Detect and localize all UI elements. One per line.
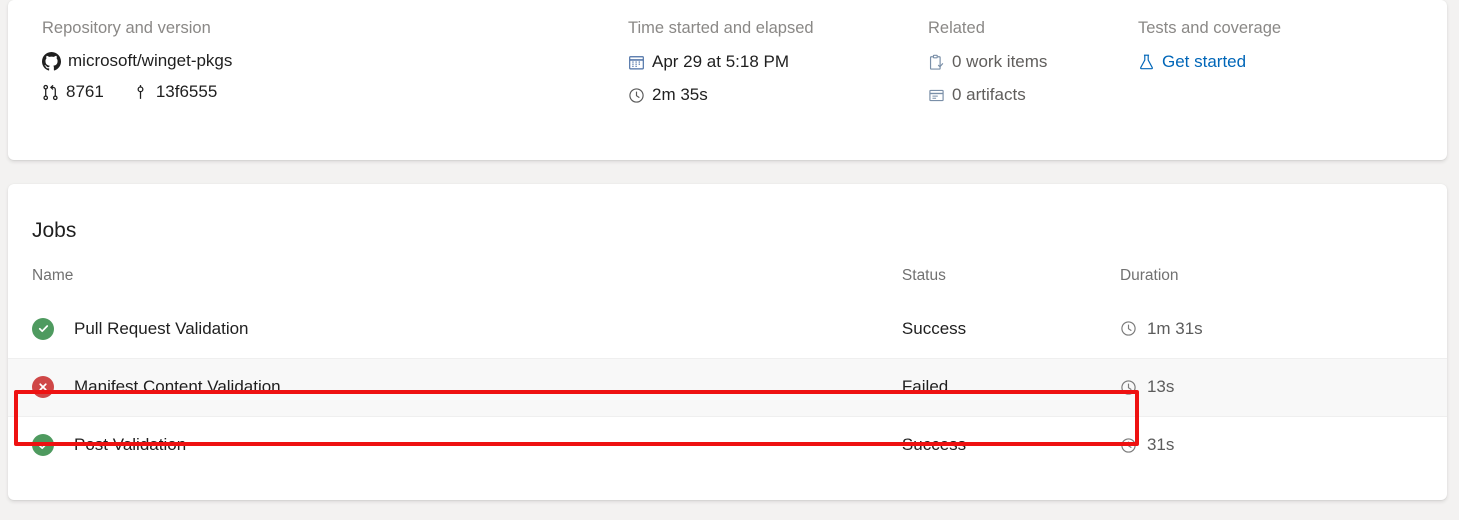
job-status: Success (901, 318, 967, 338)
job-status: Failed (901, 377, 949, 396)
commit-item[interactable]: 13f6555 (132, 82, 217, 102)
commit-hash: 13f6555 (155, 82, 218, 101)
jobs-table-head: Name Status Duration (8, 266, 1447, 300)
start-time: Apr 29 at 5:18 PM (652, 52, 790, 71)
clock-icon (1120, 437, 1137, 454)
work-items-row[interactable]: 0 work items (928, 50, 1138, 74)
related-heading: Related (928, 19, 985, 37)
jobs-table-body: Pull Request Validation Success 1m 31s M… (8, 300, 1447, 474)
related-column: Related 0 work items 0 artifacts (928, 18, 1138, 116)
get-started-row[interactable]: Get started (1138, 50, 1398, 74)
artifacts-count: 0 artifacts (952, 85, 1026, 104)
repository-name: microsoft/winget-pkgs (68, 51, 233, 70)
time-heading: Time started and elapsed (628, 19, 814, 37)
time-column: Time started and elapsed Apr 29 at 5:18 … (628, 18, 928, 116)
pull-request-number: 8761 (66, 82, 104, 101)
tests-heading: Tests and coverage (1138, 19, 1282, 37)
job-status: Success (901, 435, 967, 455)
repository-column: Repository and version microsoft/winget-… (8, 18, 628, 102)
job-name: Pull Request Validation (74, 318, 249, 338)
job-duration-cell: 13s (1119, 357, 1447, 417)
clock-icon (1120, 379, 1137, 396)
job-duration: 1m 31s (1146, 318, 1203, 338)
success-check-icon (32, 434, 54, 457)
table-row[interactable]: Pull Request Validation Success 1m 31s (8, 300, 1447, 358)
job-duration: 13s (1146, 377, 1175, 396)
tests-column: Tests and coverage Get started (1138, 18, 1398, 83)
repository-name-row[interactable]: microsoft/winget-pkgs (42, 49, 628, 73)
commit-icon (132, 84, 149, 101)
jobs-title: Jobs (32, 219, 77, 242)
artifacts-row[interactable]: 0 artifacts (928, 83, 1138, 107)
repository-heading: Repository and version (42, 19, 211, 37)
github-icon (42, 51, 61, 71)
work-items-count: 0 work items (952, 52, 1048, 71)
table-row[interactable]: Manifest Content Validation Failed 13s (8, 357, 1447, 417)
job-status-cell: Failed (901, 357, 1120, 417)
clock-icon (1120, 320, 1137, 337)
job-name: Post Validation (74, 435, 187, 455)
column-header-status[interactable]: Status (902, 266, 1120, 300)
repository-meta-row: 8761 13f6555 (42, 82, 628, 102)
job-duration-cell: 1m 31s (1120, 300, 1447, 358)
artifacts-icon (928, 87, 945, 104)
job-name-cell[interactable]: Pull Request Validation (8, 300, 902, 358)
jobs-header-row: Name Status Duration (8, 266, 1447, 300)
get-started-link[interactable]: Get started (1162, 50, 1246, 74)
failed-x-icon (32, 376, 54, 398)
calendar-icon (628, 54, 645, 71)
build-summary-page: Repository and version microsoft/winget-… (0, 0, 1459, 520)
elapsed-time: 2m 35s (652, 85, 708, 104)
job-name-cell[interactable]: Manifest Content Validation (8, 357, 902, 417)
job-name: Manifest Content Validation (74, 377, 281, 396)
build-summary-card: Repository and version microsoft/winget-… (8, 0, 1447, 160)
job-status-cell: Success (902, 416, 1120, 474)
column-header-duration[interactable]: Duration (1120, 266, 1447, 300)
job-duration: 31s (1146, 435, 1175, 455)
success-check-icon (32, 317, 54, 340)
jobs-table: Name Status Duration Pull Request Valida… (8, 266, 1447, 474)
pull-request-icon (42, 84, 59, 101)
job-status-cell: Success (902, 300, 1120, 358)
start-time-row: Apr 29 at 5:18 PM (628, 50, 928, 74)
work-items-icon (928, 54, 945, 71)
jobs-card: Jobs Name Status Duration Pull Request V… (8, 184, 1447, 500)
summary-columns: Repository and version microsoft/winget-… (8, 18, 1447, 116)
job-duration-cell: 31s (1120, 416, 1447, 474)
flask-icon (1138, 53, 1155, 71)
pull-request-item[interactable]: 8761 (42, 82, 104, 102)
job-name-cell[interactable]: Post Validation (8, 416, 902, 474)
column-header-name[interactable]: Name (8, 266, 902, 300)
clock-icon (628, 87, 645, 104)
table-row[interactable]: Post Validation Success 31s (8, 416, 1447, 474)
elapsed-time-row: 2m 35s (628, 83, 928, 107)
